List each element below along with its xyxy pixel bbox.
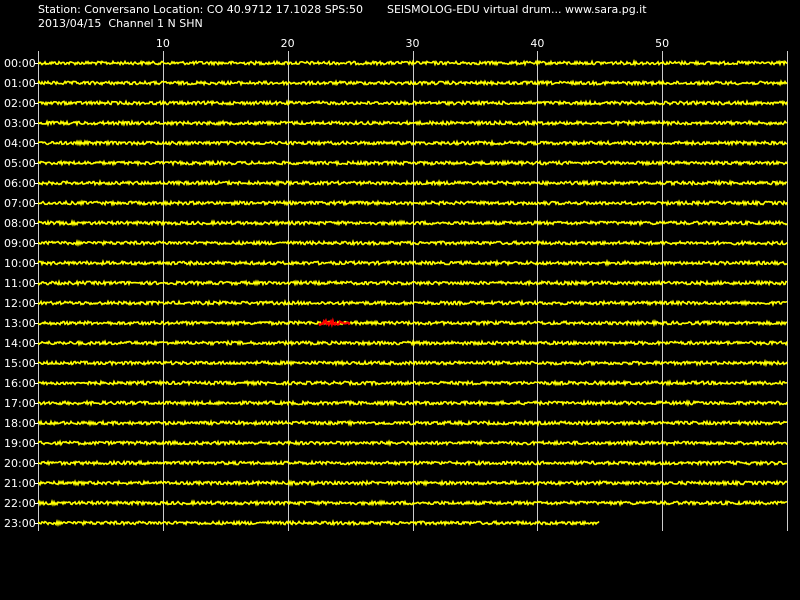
trace-row [37,119,788,128]
trace-row [37,399,788,408]
row-time-label: 16:00 [4,377,36,390]
x-tick-label: 20 [281,37,295,50]
trace-row [37,258,788,268]
row-time-label: 05:00 [4,157,36,170]
trace-row [37,379,788,387]
row-time-label: 15:00 [4,357,36,370]
trace-row [37,319,788,328]
row-time-label: 04:00 [4,137,36,150]
row-time-label: 07:00 [4,197,36,210]
row-time-label: 21:00 [4,477,36,490]
trace-row [37,219,788,227]
row-time-label: 01:00 [4,77,36,90]
trace-row [37,58,788,67]
row-time-label: 11:00 [4,277,36,290]
row-time-label: 06:00 [4,177,36,190]
row-time-label: 13:00 [4,317,36,330]
traces [37,58,788,527]
row-time-label: 08:00 [4,217,36,230]
row-time-label: 02:00 [4,97,36,110]
trace-row [37,518,600,527]
row-time-label: 00:00 [4,57,36,70]
trace-row [37,418,788,428]
row-time-label: 12:00 [4,297,36,310]
row-time-label: 17:00 [4,397,36,410]
trace-row [37,79,788,87]
trace-row [37,358,788,368]
row-time-label: 20:00 [4,457,36,470]
trace-row [37,339,788,347]
trace-row [37,199,788,207]
x-tick-label: 10 [156,37,170,50]
x-tick-label: 40 [530,37,544,50]
row-time-label: 03:00 [4,117,36,130]
seismogram-drum: 10 20 30 40 50 00:00 01:00 02:00 03:00 04:00 05:00… [4,37,788,531]
trace-row [37,178,788,188]
trace-row [37,99,788,107]
trace-row [37,459,788,467]
row-time-label: 14:00 [4,337,36,350]
row-time-label: 09:00 [4,237,36,250]
trace-row [37,238,788,247]
row-time-label: 22:00 [4,497,36,510]
row-time-label: 19:00 [4,437,36,450]
x-tick-label: 50 [655,37,669,50]
row-time-label: 10:00 [4,257,36,270]
trace-row [37,499,788,507]
x-tick-label: 30 [406,37,420,50]
trace-row [37,439,788,447]
row-time-label: 18:00 [4,417,36,430]
row-time-label: 23:00 [4,517,36,530]
trace-row [37,159,788,167]
trace-row [37,298,788,307]
trace-row [37,139,787,147]
trace-row [37,479,788,487]
trace-row [37,279,788,287]
